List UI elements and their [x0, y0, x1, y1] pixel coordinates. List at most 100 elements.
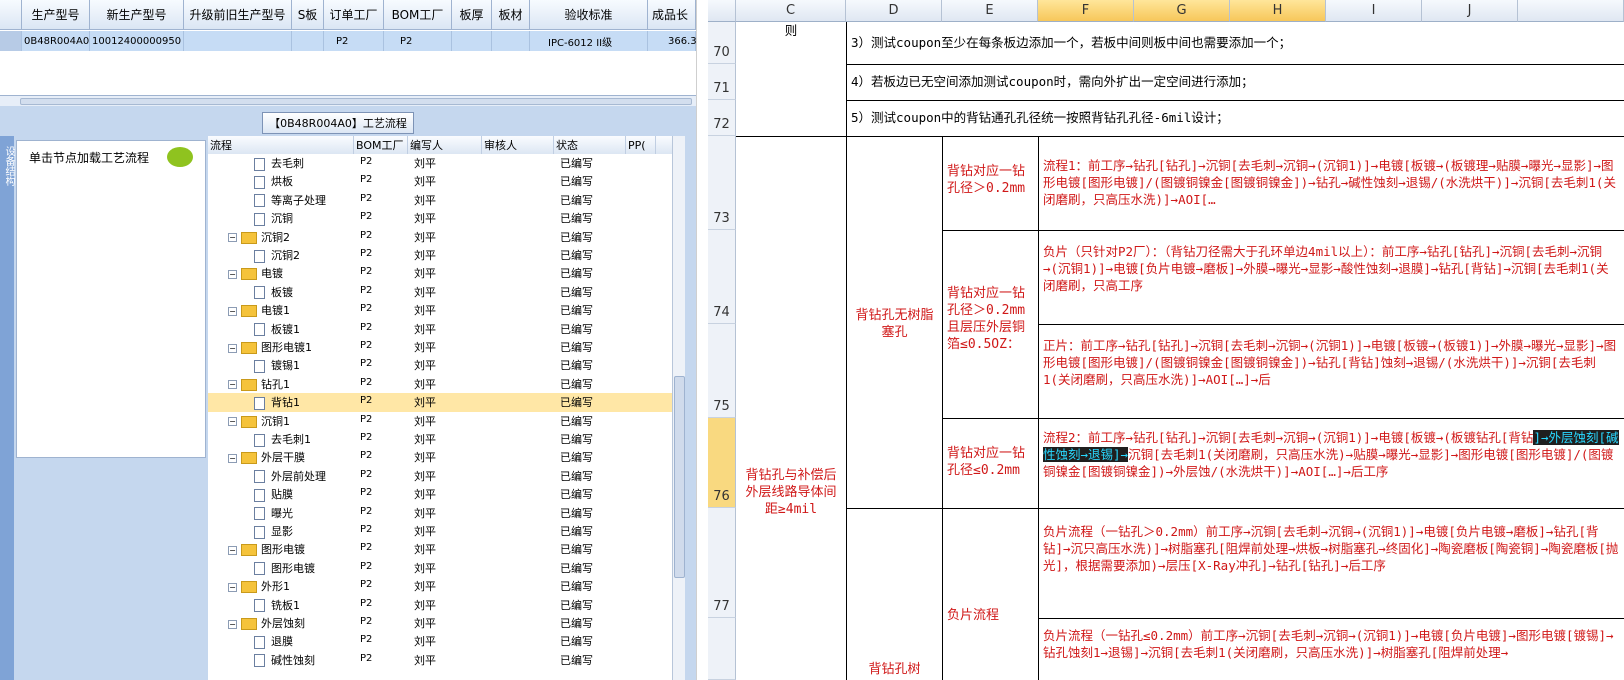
tree-leaf-row[interactable]: 碱性蚀刻 P2 刘平 已编写 [208, 651, 672, 669]
tree-col-header[interactable]: BOM工厂 [354, 136, 408, 154]
row-header[interactable]: 74 [708, 230, 736, 324]
row-header[interactable]: 77 [708, 508, 736, 618]
tree-node[interactable]: − 电镀1 [228, 302, 290, 318]
tree-node[interactable]: − 外形1 [228, 578, 290, 594]
tree-col-header[interactable]: 流程 [208, 136, 354, 154]
tree-node[interactable]: 铣板1 [254, 597, 300, 613]
tree-node[interactable]: − 外层干膜 [228, 449, 305, 465]
tree-leaf-row[interactable]: 外层前处理 P2 刘平 已编写 [208, 467, 672, 485]
col-header[interactable]: S板 [292, 0, 324, 30]
col-header[interactable]: 成品长 [648, 0, 696, 30]
grid-cell[interactable]: IPC-6012 II级 [530, 31, 648, 51]
tree-leaf-row[interactable]: 退膜 P2 刘平 已编写 [208, 632, 672, 650]
grid-cell[interactable] [452, 31, 492, 51]
scroll-thumb[interactable] [20, 98, 692, 105]
tree-leaf-row[interactable]: 贴膜 P2 刘平 已编写 [208, 485, 672, 503]
tree-node[interactable]: 退膜 [254, 633, 293, 649]
tree-folder-row[interactable]: − 电镀1 P2 刘平 已编写 [208, 301, 672, 319]
collapse-icon[interactable]: − [228, 417, 237, 427]
grid-cell[interactable]: P2 [384, 31, 452, 51]
row-selector[interactable] [0, 31, 22, 51]
tree-leaf-row[interactable]: 去毛刺1 P2 刘平 已编写 [208, 430, 672, 448]
col-header[interactable]: 板材 [492, 0, 530, 30]
column-header[interactable]: D [846, 0, 942, 22]
row-header[interactable]: 75 [708, 324, 736, 418]
tree-leaf-row[interactable]: 背钻1 P2 刘平 已编写 [208, 393, 672, 412]
column-header[interactable]: F [1038, 0, 1134, 22]
tree-leaf-row[interactable]: 镀锡1 P2 刘平 已编写 [208, 356, 672, 374]
tree-node[interactable]: 背钻1 [254, 394, 300, 410]
tree-folder-row[interactable]: − 沉铜2 P2 刘平 已编写 [208, 228, 672, 246]
col-header[interactable]: 订单工厂 [324, 0, 384, 30]
tree-node[interactable]: 沉铜2 [254, 247, 300, 263]
cell-d72[interactable]: 5）测试coupon中的背钻通孔孔径统一按照背钻孔孔径-6mil设计； [846, 100, 1624, 136]
tree-node[interactable]: 去毛刺 [254, 155, 304, 171]
cell-f75[interactable]: 正片：前工序→钻孔[钻孔]→沉铜[去毛刺→沉铜→(沉铜1)]→电镀[板镀→(板镀… [1038, 324, 1624, 418]
tree-leaf-row[interactable]: 沉铜 P2 刘平 已编写 [208, 209, 672, 227]
collapse-icon[interactable]: − [228, 380, 237, 390]
tree-node[interactable]: 显影 [254, 523, 293, 539]
row-header[interactable]: 70 [708, 22, 736, 64]
tree-folder-row[interactable]: − 钻孔1 P2 刘平 已编写 [208, 375, 672, 393]
tree-node[interactable]: 外层前处理 [254, 468, 326, 484]
cell-d70[interactable]: 3）测试coupon至少在每条板边添加一个，若板中间则板中间也需要添加一个； [846, 22, 1624, 64]
column-header[interactable]: G [1134, 0, 1230, 22]
grid-corner[interactable] [0, 0, 22, 30]
collapse-icon[interactable]: − [228, 453, 237, 463]
tree-folder-row[interactable]: − 沉铜1 P2 刘平 已编写 [208, 412, 672, 430]
collapse-icon[interactable]: − [228, 545, 237, 555]
grid-cell[interactable]: 0B48R004A0 [22, 31, 90, 51]
row-header[interactable]: 72 [708, 100, 736, 136]
tree-node[interactable]: 板镀1 [254, 321, 300, 337]
collapse-icon[interactable]: − [228, 343, 237, 353]
collapse-icon[interactable]: − [228, 582, 237, 592]
collapse-icon[interactable]: − [228, 233, 237, 243]
collapse-icon[interactable]: − [228, 306, 237, 316]
cell-e74[interactable]: 背钻对应一钻孔径＞0.2mm且层压外层铜箔≤0.5OZ： [942, 230, 1038, 418]
grid-cell[interactable]: P2 [324, 31, 384, 51]
tree-node[interactable]: 镀锡1 [254, 357, 300, 373]
column-header[interactable]: C [736, 0, 846, 22]
grid-cell[interactable]: 10012400000950 [90, 31, 184, 51]
tree-leaf-row[interactable]: 烘板 P2 刘平 已编写 [208, 172, 672, 190]
column-header[interactable]: H [1230, 0, 1326, 22]
tree-node[interactable]: 烘板 [254, 173, 293, 189]
cell-c70[interactable]: 则 [736, 22, 846, 136]
tree-node[interactable]: − 图形电镀1 [228, 339, 312, 355]
cell-f76[interactable]: 流程2：前工序→钻孔[钻孔]→沉铜[去毛刺→沉铜→(沉铜1)]→电镀[板镀→(板… [1038, 418, 1624, 508]
tree-leaf-row[interactable]: 沉铜2 P2 刘平 已编写 [208, 246, 672, 264]
tree-folder-row[interactable]: − 图形电镀1 P2 刘平 已编写 [208, 338, 672, 356]
tree-node[interactable]: 等离子处理 [254, 192, 326, 208]
cell-f74[interactable]: 负片（只针对P2厂）：（背钻刀径需大于孔环单边4mil以上）：前工序→钻孔[钻孔… [1038, 230, 1624, 324]
col-header[interactable]: 升级前旧生产型号 [184, 0, 292, 30]
row-header[interactable] [708, 618, 736, 680]
tree-folder-row[interactable]: − 图形电镀 P2 刘平 已编写 [208, 540, 672, 558]
tree-node[interactable]: − 电镀 [228, 265, 283, 281]
cell-e77[interactable]: 负片流程 [942, 508, 1038, 680]
select-all-corner[interactable] [708, 0, 736, 22]
tree-folder-row[interactable]: − 外形1 P2 刘平 已编写 [208, 577, 672, 595]
tree-node[interactable]: 曝光 [254, 505, 293, 521]
tree-node[interactable]: − 沉铜2 [228, 229, 290, 245]
col-header[interactable]: BOM工厂 [384, 0, 452, 30]
grid-cell[interactable] [184, 31, 292, 51]
tree-folder-row[interactable]: − 电镀 P2 刘平 已编写 [208, 264, 672, 282]
tree-node[interactable]: − 图形电镀 [228, 541, 305, 557]
row-header[interactable]: 71 [708, 64, 736, 100]
collapse-icon[interactable]: − [228, 619, 237, 629]
tree-col-header[interactable]: 状态 [554, 136, 626, 154]
tree-leaf-row[interactable]: 去毛刺 P2 刘平 已编写 [208, 154, 672, 172]
cell-d71[interactable]: 4）若板边已无空间添加测试coupon时，需向外扩出一定空间进行添加； [846, 64, 1624, 100]
horizontal-scrollbar[interactable] [0, 95, 708, 106]
tree-node[interactable]: 碱性蚀刻 [254, 652, 315, 668]
cell-c73[interactable]: 背钻孔与补偿后外层线路导体间距≥4mil [736, 136, 846, 680]
tree-node[interactable]: 图形电镀 [254, 560, 315, 576]
column-header[interactable] [1518, 0, 1624, 22]
scroll-thumb[interactable] [674, 376, 685, 578]
vertical-scrollbar[interactable] [672, 136, 685, 680]
tree-leaf-row[interactable]: 等离子处理 P2 刘平 已编写 [208, 191, 672, 209]
column-header[interactable]: I [1326, 0, 1422, 22]
grid-cell[interactable]: 366.300 [648, 31, 708, 51]
row-header[interactable]: 76 [708, 418, 736, 508]
tree-node[interactable]: 贴膜 [254, 486, 293, 502]
